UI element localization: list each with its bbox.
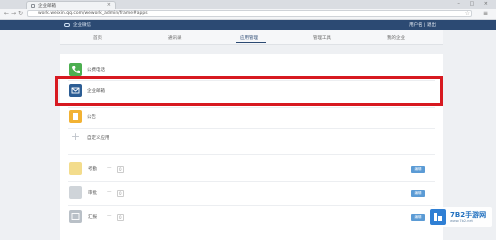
app-row-announcement[interactable]: 公告 (60, 109, 443, 125)
main-nav: 首页 通讯录 应用管理 管理工具 我的企业 (60, 30, 443, 45)
forward-icon[interactable]: → (11, 10, 16, 17)
browser-menu-icon[interactable]: ≡ (483, 10, 488, 17)
watermark-logo-icon (430, 209, 446, 225)
watermark-logo: 7B2手游网 www.7b2.net (428, 207, 492, 227)
chat-bubble-icon (64, 22, 70, 27)
app-row-add-custom[interactable]: + 自定义应用 (60, 130, 443, 146)
nav-item-contacts[interactable]: 通讯录 (168, 35, 182, 41)
custom-app-label: 汇报 (88, 215, 97, 220)
browser-tab-bar: 企业邮箱 × – □ × (0, 0, 496, 9)
announcement-icon (69, 110, 82, 123)
report-icon (69, 210, 82, 223)
custom-app-button[interactable]: 编辑 (411, 166, 425, 173)
highlight-box (55, 76, 443, 106)
custom-app-row[interactable]: 审批 — 0 编辑 (60, 185, 443, 201)
divider (68, 181, 435, 182)
custom-app-dash: — (107, 190, 112, 195)
nav-item-tools[interactable]: 管理工具 (313, 35, 331, 41)
app-label: 公费电话 (87, 68, 105, 73)
brand-name: 企业微信 (73, 23, 91, 28)
app-label: 公告 (87, 115, 96, 120)
custom-app-count: 0 (117, 166, 124, 173)
custom-app-count: 0 (117, 190, 124, 197)
nav-active-underline (236, 42, 266, 43)
app-header: 企业微信 用户名 | 退出 (0, 20, 496, 30)
nav-item-enterprise[interactable]: 我的企业 (387, 35, 405, 41)
page-favicon-icon (31, 4, 35, 8)
custom-app-label: 审批 (88, 191, 97, 196)
custom-app-button[interactable]: 编辑 (411, 214, 425, 221)
custom-app-dash: — (107, 166, 112, 171)
url-text: work.weixin.qq.com/wework_admin/frame#ap… (38, 11, 148, 16)
url-input[interactable]: work.weixin.qq.com/wework_admin/frame#ap… (27, 10, 472, 17)
app-label: 自定义应用 (87, 136, 110, 141)
tab-close-icon[interactable]: × (107, 2, 111, 8)
document-icon (69, 186, 82, 199)
divider (68, 128, 435, 129)
custom-app-count: 0 (117, 214, 124, 221)
plus-icon: + (70, 130, 81, 143)
brand[interactable]: 企业微信 (64, 22, 91, 28)
custom-app-dash: — (107, 214, 112, 219)
back-icon[interactable]: ← (4, 10, 9, 17)
browser-address-bar: ← → ↻ work.weixin.qq.com/wework_admin/fr… (0, 9, 496, 20)
window-controls[interactable]: – □ × (457, 1, 492, 7)
custom-app-row[interactable]: 汇报 — 0 编辑 (60, 209, 443, 225)
nav-item-home[interactable]: 首页 (93, 35, 102, 41)
divider (68, 154, 435, 155)
user-info[interactable]: 用户名 | 退出 (409, 22, 436, 28)
nav-item-apps[interactable]: 应用管理 (240, 35, 258, 41)
bookmark-star-icon[interactable]: ☆ (465, 10, 470, 17)
note-icon (69, 162, 82, 175)
custom-app-row[interactable]: 考勤 — 0 编辑 (60, 161, 443, 177)
custom-app-label: 考勤 (88, 167, 97, 172)
custom-app-button[interactable]: 编辑 (411, 190, 425, 197)
browser-tab[interactable]: 企业邮箱 × (26, 1, 116, 9)
divider (68, 205, 435, 206)
watermark-subtitle: www.7b2.net (450, 219, 473, 223)
reload-icon[interactable]: ↻ (18, 10, 23, 17)
phone-icon (69, 63, 82, 76)
divider (68, 107, 435, 108)
